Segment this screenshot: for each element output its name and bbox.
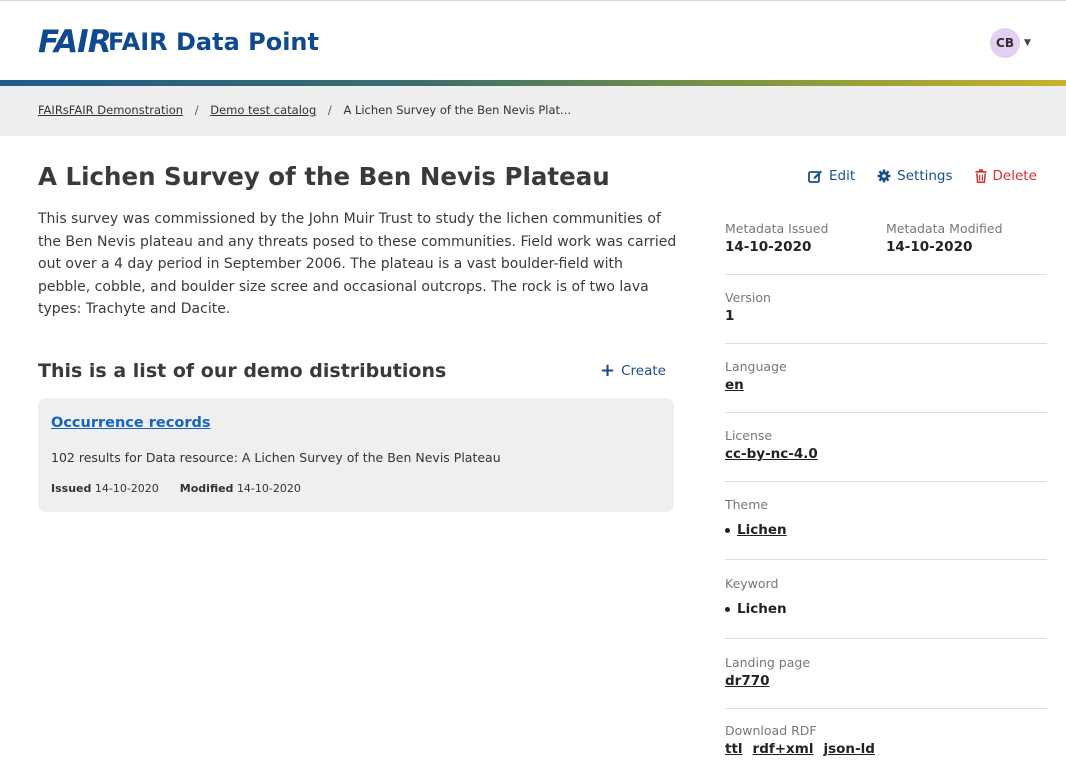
dataset-actions: Edit Settings Delete [808,168,1037,184]
edit-label: Edit [829,168,856,184]
list-item: Lichen [725,522,1047,538]
dataset-description: This survey was commissioned by the John… [38,211,677,317]
license-link[interactable]: cc-by-nc-4.0 [725,446,818,462]
edit-icon [808,169,823,183]
metadata-modified-value: 14-10-2020 [886,239,973,255]
page-title: A Lichen Survey of the Ben Nevis Plateau [38,162,610,191]
breadcrumb-current: A Lichen Survey of the Ben Nevis Plat... [343,103,572,117]
version-value: 1 [725,308,735,324]
app-title[interactable]: FAIR Data Point [108,28,319,56]
metadata-keyword: Keyword Lichen [725,576,1047,617]
metadata-issued-value: 14-10-2020 [725,239,812,255]
metadata-language: Language en [725,359,1047,393]
trash-icon [975,169,987,183]
metadata-issued-label: Metadata Issued [725,221,829,236]
keyword-list: Lichen [725,601,1047,617]
distribution-dates: Issued 14-10-2020 Modified 14-10-2020 [51,482,301,495]
metadata-version: Version 1 [725,290,1047,324]
modified-date: 14-10-2020 [236,482,301,495]
list-item: Lichen [725,601,1047,617]
distribution-title-link[interactable]: Occurrence records [51,415,210,431]
breadcrumb: FAIRsFAIR Demonstration / Demo test cata… [38,103,571,117]
metadata-landing-page: Landing page dr770 [725,655,1047,689]
user-menu[interactable]: CB ▼ [990,28,1031,58]
divider [725,708,1047,709]
create-label: Create [621,363,666,379]
theme-link-lichen[interactable]: Lichen [737,522,787,538]
divider [725,481,1047,482]
create-distribution-button[interactable]: + Create [600,360,666,381]
gear-icon [877,169,891,183]
download-jsonld-link[interactable]: json-ld [823,741,874,757]
avatar[interactable]: CB [990,28,1020,58]
landing-page-link[interactable]: dr770 [725,673,770,689]
metadata-license: License cc-by-nc-4.0 [725,428,1047,462]
distribution-description: 102 results for Data resource: A Lichen … [51,450,501,465]
app-header: FAIR FAIR Data Point CB ▼ [0,0,1066,82]
language-label: Language [725,359,787,374]
breadcrumb-bar: FAIRsFAIR Demonstration / Demo test cata… [0,86,1066,136]
issued-label: Issued [51,482,92,495]
delete-button[interactable]: Delete [975,168,1037,184]
download-rdfxml-link[interactable]: rdf+xml [753,741,814,757]
logo-mark: FAIR [38,24,112,60]
download-rdf-label: Download RDF [725,723,817,738]
metadata-download-rdf: Download RDF ttl rdf+xml json-ld [725,723,1047,757]
modified-label: Modified [179,482,234,495]
metadata-modified-label: Metadata Modified [886,221,1003,236]
landing-page-label: Landing page [725,655,811,670]
license-label: License [725,428,773,443]
settings-label: Settings [897,168,953,184]
settings-button[interactable]: Settings [877,168,953,184]
breadcrumb-item-catalog[interactable]: Demo test catalog [210,103,316,117]
keyword-label: Keyword [725,576,779,591]
theme-label: Theme [725,497,769,512]
plus-icon: + [600,360,616,381]
delete-label: Delete [992,168,1037,184]
divider [725,638,1047,639]
breadcrumb-separator: / [194,103,199,117]
divider [725,559,1047,560]
issued-date: 14-10-2020 [94,482,159,495]
divider [725,412,1047,413]
language-link[interactable]: en [725,377,744,393]
metadata-issued: Metadata Issued 14-10-2020 [725,221,828,255]
distribution-card: Occurrence records 102 results for Data … [38,398,674,512]
divider [725,274,1047,275]
distributions-section-title: This is a list of our demo distributions [38,360,447,382]
divider [725,343,1047,344]
metadata-modified: Metadata Modified 14-10-2020 [886,221,1003,255]
edit-button[interactable]: Edit [808,168,855,184]
download-rdf-links: ttl rdf+xml json-ld [725,741,1047,757]
download-ttl-link[interactable]: ttl [725,741,743,757]
version-label: Version [725,290,771,305]
breadcrumb-item-fairsfair[interactable]: FAIRsFAIR Demonstration [38,103,183,117]
fair-logo[interactable]: FAIR [38,24,112,60]
metadata-theme: Theme Lichen [725,497,1047,538]
theme-list: Lichen [725,522,1047,538]
breadcrumb-separator: / [327,103,332,117]
caret-down-icon[interactable]: ▼ [1024,38,1031,48]
